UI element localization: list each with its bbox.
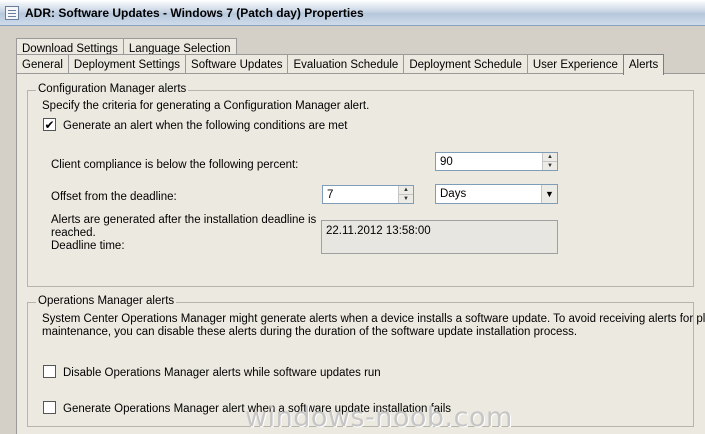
tab-row-2: General Deployment Settings Software Upd… xyxy=(16,54,665,75)
alerts-tab-panel: Configuration Manager alerts Specify the… xyxy=(16,73,705,434)
generate-alert-checkbox[interactable]: ✔ xyxy=(43,118,56,131)
compliance-percent-value: 90 xyxy=(440,155,453,168)
disable-ops-alerts-checkbox[interactable] xyxy=(43,365,56,378)
tab-alerts[interactable]: Alerts xyxy=(622,54,665,75)
offset-spin-buttons: ▲ ▼ xyxy=(398,186,413,203)
offset-value: 7 xyxy=(327,188,334,201)
config-alerts-description: Specify the criteria for generating a Co… xyxy=(42,100,370,112)
offset-spinner[interactable]: 7 ▲ ▼ xyxy=(322,185,414,204)
compliance-percent-spinner[interactable]: 90 ▲ ▼ xyxy=(435,152,558,171)
spin-up-icon[interactable]: ▲ xyxy=(399,186,413,195)
tab-deployment-settings[interactable]: Deployment Settings xyxy=(67,54,187,74)
compliance-spin-buttons: ▲ ▼ xyxy=(542,153,557,170)
deadline-time-field: 22.11.2012 13:58:00 xyxy=(321,220,558,254)
deadline-time-value: 22.11.2012 13:58:00 xyxy=(326,225,431,237)
offset-label: Offset from the deadline: xyxy=(51,191,177,203)
ops-alerts-description-line1: System Center Operations Manager might g… xyxy=(42,313,705,325)
config-manager-alerts-label: Configuration Manager alerts xyxy=(36,83,189,95)
deadline-time-label: Deadline time: xyxy=(51,240,125,252)
offset-unit-dropdown[interactable]: Days ▼ xyxy=(435,184,558,204)
spin-up-icon[interactable]: ▲ xyxy=(543,153,557,162)
offset-unit-value: Days xyxy=(440,188,467,200)
compliance-label: Client compliance is below the following… xyxy=(51,159,299,171)
spin-down-icon[interactable]: ▼ xyxy=(399,195,413,203)
tab-software-updates[interactable]: Software Updates xyxy=(185,54,289,74)
window-icon xyxy=(5,5,19,20)
spin-down-icon[interactable]: ▼ xyxy=(543,162,557,170)
tab-evaluation-schedule[interactable]: Evaluation Schedule xyxy=(287,54,405,74)
tab-user-experience[interactable]: User Experience xyxy=(526,54,624,74)
title-bar: ADR: Software Updates - Windows 7 (Patch… xyxy=(0,0,705,26)
deadline-note-line2: reached. xyxy=(51,227,96,239)
deadline-note-line1: Alerts are generated after the installat… xyxy=(51,214,317,226)
tab-general[interactable]: General xyxy=(16,54,69,74)
tab-deployment-schedule[interactable]: Deployment Schedule xyxy=(403,54,528,74)
watermark: windows-noob.com xyxy=(245,402,513,433)
disable-ops-alerts-label: Disable Operations Manager alerts while … xyxy=(63,367,381,379)
generate-ops-alert-checkbox[interactable] xyxy=(43,401,56,414)
generate-alert-label: Generate an alert when the following con… xyxy=(63,120,348,132)
window-title: ADR: Software Updates - Windows 7 (Patch… xyxy=(25,5,364,20)
operations-manager-alerts-label: Operations Manager alerts xyxy=(36,295,177,307)
chevron-down-icon[interactable]: ▼ xyxy=(541,185,557,203)
ops-alerts-description-line2: maintenance, you can disable these alert… xyxy=(42,326,578,338)
